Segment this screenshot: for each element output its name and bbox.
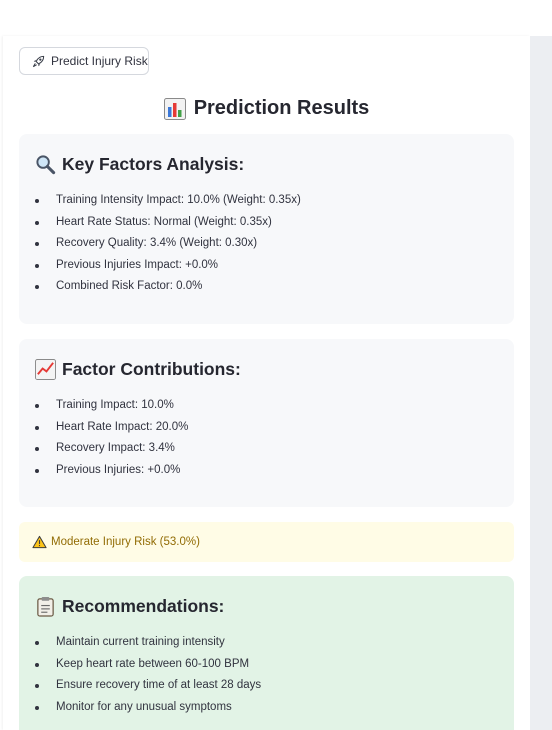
predict-injury-risk-button[interactable]: Predict Injury Risk	[19, 47, 149, 75]
list-item: Combined Risk Factor: 0.0%	[33, 276, 301, 298]
key-factors-card: Key Factors Analysis: Training Intensity…	[19, 134, 514, 324]
trend-chart-icon	[35, 359, 56, 380]
list-item: Recovery Impact: 3.4%	[33, 438, 188, 460]
key-factors-heading: Key Factors Analysis:	[35, 154, 244, 175]
factor-contributions-list: Training Impact: 10.0% Heart Rate Impact…	[33, 395, 188, 481]
list-item: Training Impact: 10.0%	[33, 395, 188, 417]
list-item: Previous Injuries Impact: +0.0%	[33, 255, 301, 277]
list-item: Heart Rate Impact: 20.0%	[33, 417, 188, 439]
list-item: Recovery Quality: 3.4% (Weight: 0.30x)	[33, 233, 301, 255]
key-factors-list: Training Intensity Impact: 10.0% (Weight…	[33, 190, 301, 298]
magnifier-icon	[36, 155, 56, 175]
recommendations-list: Maintain current training intensity Keep…	[33, 632, 261, 718]
list-item: Maintain current training intensity	[33, 632, 261, 654]
recommendations-heading-text: Recommendations:	[62, 596, 225, 616]
list-item: Keep heart rate between 60-100 BPM	[33, 654, 261, 676]
factor-contributions-heading: Factor Contributions:	[35, 359, 241, 380]
list-item: Ensure recovery time of at least 28 days	[33, 675, 261, 697]
factor-contributions-card: Factor Contributions: Training Impact: 1…	[19, 339, 514, 507]
results-title-text: Prediction Results	[193, 97, 370, 119]
risk-alert: Moderate Injury Risk (53.0%)	[19, 522, 514, 562]
key-factors-heading-text: Key Factors Analysis:	[62, 154, 245, 174]
recommendations-heading: Recommendations:	[35, 596, 224, 617]
bar-chart-icon	[163, 97, 186, 120]
main-content: Predict Injury Risk Prediction Results K…	[3, 36, 530, 730]
factor-contributions-heading-text: Factor Contributions:	[62, 359, 241, 379]
predict-button-label: Predict Injury Risk	[51, 54, 148, 68]
page-scroll-gutter	[530, 36, 552, 730]
list-item: Previous Injuries: +0.0%	[33, 460, 188, 482]
clipboard-icon	[37, 596, 54, 617]
results-title: Prediction Results	[3, 97, 530, 120]
warning-icon	[32, 535, 47, 549]
list-item: Heart Rate Status: Normal (Weight: 0.35x…	[33, 212, 301, 234]
list-item: Training Intensity Impact: 10.0% (Weight…	[33, 190, 301, 212]
rocket-icon	[32, 55, 45, 67]
risk-alert-text: Moderate Injury Risk (53.0%)	[51, 536, 200, 548]
list-item: Monitor for any unusual symptoms	[33, 697, 261, 719]
recommendations-card: Recommendations: Maintain current traini…	[19, 576, 514, 730]
